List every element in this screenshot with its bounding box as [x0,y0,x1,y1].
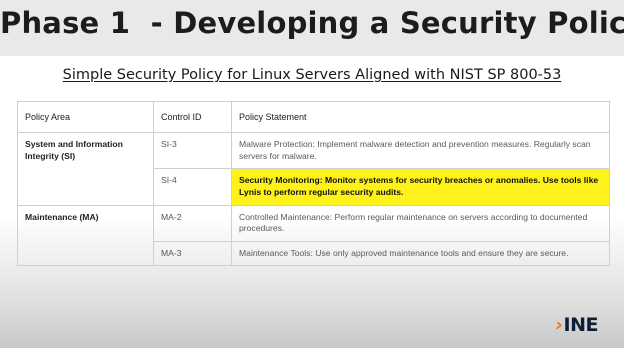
policy-statement-cell: Maintenance Tools: Use only approved mai… [231,240,610,267]
slide-title: Phase 1 - Developing a Security Policy [0,6,624,40]
control-id-cell: MA-3 [153,240,232,267]
policy-statement-cell-highlighted: Security Monitoring: Monitor systems for… [231,168,610,206]
slide-subtitle: Simple Security Policy for Linux Servers… [62,67,562,83]
policy-statement-cell: Malware Protection: Implement malware de… [231,132,610,170]
control-id-cell: SI-3 [153,132,232,170]
header-control-id: Control ID [153,100,232,134]
header-policy-statement: Policy Statement [231,100,610,134]
table-row: Maintenance (MA) MA-2 Controlled Mainten… [17,204,610,267]
table-header-row: Policy Area Control ID Policy Statement [17,100,610,134]
control-id-cell: SI-4 [153,168,232,206]
control-id-cell: MA-2 [153,204,232,242]
policy-area-cell: System and Information Integrity (SI) [17,132,154,206]
table-row: System and Information Integrity (SI) SI… [17,132,610,206]
ine-swoosh-icon: › [555,314,563,336]
policy-statement-cell: Controlled Maintenance: Perform regular … [231,204,610,242]
header-policy-area: Policy Area [17,100,154,134]
policy-area-cell: Maintenance (MA) [17,204,154,267]
ine-logo: ›INE [555,314,598,336]
logo-text: INE [563,314,599,336]
policy-table: Policy Area Control ID Policy Statement … [17,100,610,267]
